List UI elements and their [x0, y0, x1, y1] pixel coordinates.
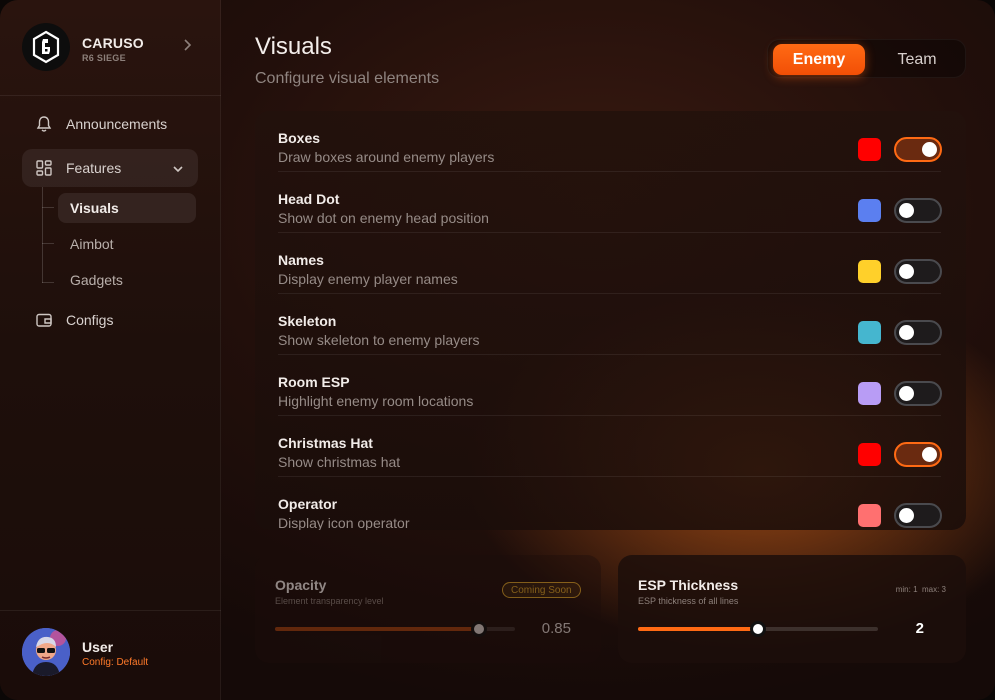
tab-enemy[interactable]: Enemy [773, 44, 865, 75]
toggle-switch[interactable] [894, 259, 942, 284]
toggle-knob [899, 386, 914, 401]
feature-title: Christmas Hat [278, 435, 373, 451]
page-title: Visuals [255, 33, 332, 60]
feature-row-christmas-hat: Christmas Hat Show christmas hat [278, 416, 942, 477]
nav-item-announcements[interactable]: Announcements [22, 105, 198, 143]
nav-subitem-aimbot[interactable]: Aimbot [58, 229, 196, 259]
nav-subitem-visuals[interactable]: Visuals [58, 193, 196, 223]
color-swatch[interactable] [858, 382, 881, 405]
tree-line [42, 187, 43, 283]
esp-thickness-range: min: 1 max: 3 [896, 585, 946, 594]
esp-thickness-slider-track[interactable] [638, 621, 878, 637]
esp-thickness-slider-fill [638, 627, 758, 631]
toggle-knob [899, 203, 914, 218]
opacity-title: Opacity [275, 577, 327, 593]
features-panel: Boxes Draw boxes around enemy players He… [255, 111, 966, 530]
feature-row-room-esp: Room ESP Highlight enemy room locations [278, 355, 942, 416]
nav-subitem-gadgets[interactable]: Gadgets [58, 265, 196, 295]
toggle-knob [899, 264, 914, 279]
feature-description: Show skeleton to enemy players [278, 332, 480, 348]
feature-description: Display icon operator [278, 515, 410, 530]
tab-team[interactable]: Team [872, 44, 962, 75]
toggle-switch[interactable] [894, 137, 942, 162]
feature-description: Highlight enemy room locations [278, 393, 474, 409]
opacity-value: 0.85 [541, 620, 571, 637]
color-swatch[interactable] [858, 138, 881, 161]
feature-description: Show christmas hat [278, 454, 401, 470]
toggle-switch[interactable] [894, 320, 942, 345]
grid-icon [34, 158, 54, 178]
brand-name: CARUSO [82, 35, 144, 51]
opacity-card: Opacity Element transparency level Comin… [255, 555, 601, 663]
feature-description: Draw boxes around enemy players [278, 149, 495, 165]
feature-row-skeleton: Skeleton Show skeleton to enemy players [278, 294, 942, 355]
color-swatch[interactable] [858, 260, 881, 283]
brand-subtitle: R6 SIEGE [82, 53, 126, 63]
tree-branch [42, 243, 54, 244]
feature-row-head-dot: Head Dot Show dot on enemy head position [278, 172, 942, 233]
bell-icon [34, 114, 54, 134]
r6-logo-icon [22, 23, 70, 71]
feature-title: Boxes [278, 130, 321, 146]
opacity-slider-fill [275, 627, 479, 631]
esp-thickness-title: ESP Thickness [638, 577, 739, 593]
sidebar: CARUSO R6 SIEGE Announcements Features V… [0, 0, 221, 700]
page-subtitle: Configure visual elements [255, 70, 440, 87]
feature-title: Names [278, 252, 324, 268]
color-swatch[interactable] [858, 504, 881, 527]
chevron-right-icon [182, 38, 192, 54]
tree-branch [42, 207, 54, 208]
esp-thickness-card: ESP Thickness ESP thickness of all lines… [618, 555, 966, 663]
tree-branch [42, 282, 54, 283]
feature-title: Room ESP [278, 374, 350, 390]
app-window: CARUSO R6 SIEGE Announcements Features V… [0, 0, 995, 700]
coming-soon-badge: Coming Soon [502, 582, 581, 598]
feature-title: Operator [278, 496, 338, 512]
feature-description: Display enemy player names [278, 271, 458, 287]
target-segmented-control: Enemy Team [767, 39, 966, 78]
esp-thickness-slider-thumb[interactable] [750, 621, 766, 637]
color-swatch[interactable] [858, 443, 881, 466]
esp-thickness-value: 2 [915, 620, 924, 637]
toggle-knob [922, 447, 937, 462]
feature-row-names: Names Display enemy player names [278, 233, 942, 294]
opacity-slider-thumb[interactable] [471, 621, 487, 637]
opacity-slider-track[interactable] [275, 621, 515, 637]
opacity-description: Element transparency level [275, 596, 384, 606]
toggle-switch[interactable] [894, 442, 942, 467]
nav-item-configs[interactable]: Configs [22, 301, 198, 339]
nav-label-features: Features [66, 160, 122, 176]
nav-item-features[interactable]: Features [22, 149, 198, 187]
color-swatch[interactable] [858, 321, 881, 344]
feature-row-boxes: Boxes Draw boxes around enemy players [278, 111, 942, 172]
user-name: User [82, 639, 114, 655]
feature-title: Skeleton [278, 313, 337, 329]
toggle-switch[interactable] [894, 381, 942, 406]
user-config-label: Config: Default [82, 657, 149, 668]
feature-title: Head Dot [278, 191, 340, 207]
feature-row-operator: Operator Display icon operator [278, 477, 942, 530]
wallet-icon [34, 310, 54, 330]
toggle-switch[interactable] [894, 503, 942, 528]
feature-description: Show dot on enemy head position [278, 210, 489, 226]
nav-label-configs: Configs [66, 312, 114, 328]
user-profile[interactable]: User Config: Default [0, 610, 221, 700]
toggle-switch[interactable] [894, 198, 942, 223]
toggle-knob [899, 508, 914, 523]
max-label: max: 3 [921, 585, 946, 594]
esp-thickness-description: ESP thickness of all lines [638, 596, 739, 606]
avatar [22, 628, 70, 676]
nav-label-announcements: Announcements [66, 116, 168, 132]
toggle-knob [899, 325, 914, 340]
min-label: min: 1 [895, 585, 918, 594]
brand-header[interactable]: CARUSO R6 SIEGE [0, 0, 221, 96]
chevron-down-icon [172, 161, 184, 177]
toggle-knob [922, 142, 937, 157]
color-swatch[interactable] [858, 199, 881, 222]
